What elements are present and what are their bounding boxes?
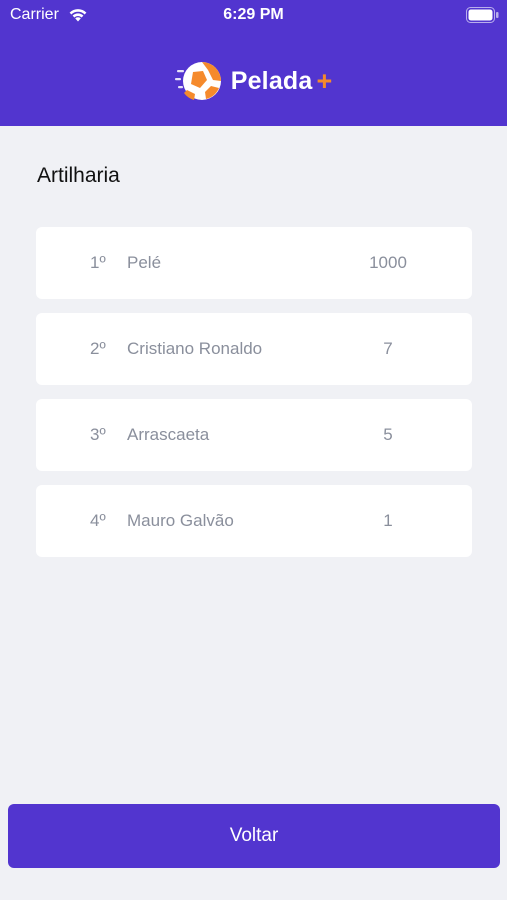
list-item[interactable]: 4º Mauro Galvão 1: [36, 485, 472, 557]
scorer-name: Arrascaeta: [127, 425, 210, 444]
list-item[interactable]: 2º Cristiano Ronaldo 7: [36, 313, 472, 385]
scorer-position: 3º: [90, 425, 106, 444]
battery-icon: [466, 7, 499, 23]
brand-plus: +: [316, 65, 333, 96]
brand-logo: Pelada +: [0, 58, 507, 104]
scorer-position: 1º: [90, 253, 106, 272]
scorers-list: 1º Pelé 1000 2º Cristiano Ronaldo 7 3º A…: [36, 227, 472, 571]
clock: 6:29 PM: [223, 6, 284, 23]
scorer-goals: 1: [383, 511, 393, 530]
app-header: Carrier 6:29 PM Pelada +: [0, 0, 507, 126]
back-button[interactable]: Voltar: [8, 804, 500, 868]
scorer-name: Mauro Galvão: [127, 511, 234, 530]
scorer-position: 4º: [90, 511, 106, 530]
scorer-goals: 5: [383, 425, 393, 444]
scorer-name: Cristiano Ronaldo: [127, 339, 263, 358]
list-item[interactable]: 1º Pelé 1000: [36, 227, 472, 299]
list-item[interactable]: 3º Arrascaeta 5: [36, 399, 472, 471]
scorer-goals: 1000: [369, 253, 407, 272]
scorer-position: 2º: [90, 339, 106, 358]
soccer-ball-icon: [174, 62, 221, 100]
brand-name: Pelada: [230, 66, 313, 95]
status-bar: Carrier 6:29 PM: [0, 0, 507, 30]
scorer-name: Pelé: [127, 253, 162, 272]
scorer-goals: 7: [383, 339, 393, 358]
page-title: Artilharia: [37, 164, 120, 187]
